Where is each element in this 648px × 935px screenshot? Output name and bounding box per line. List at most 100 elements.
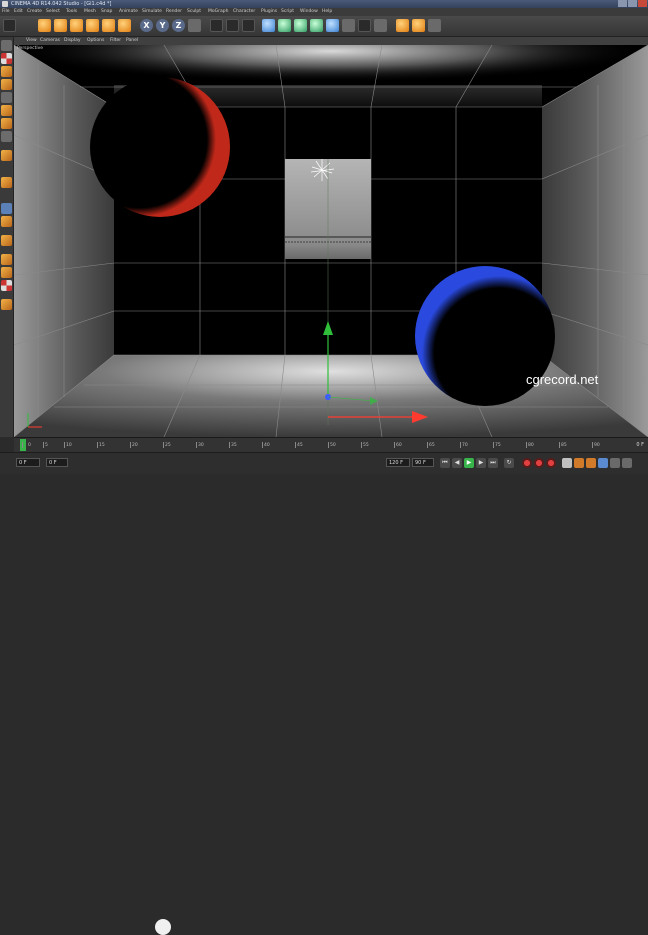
menu-create[interactable]: Create	[27, 8, 42, 16]
timeline-tick-label: 60	[396, 443, 402, 448]
startup-layout-icon[interactable]	[412, 19, 425, 32]
light-icon[interactable]	[374, 19, 387, 32]
menu-edit[interactable]: Edit	[14, 8, 23, 16]
minimize-button[interactable]	[618, 0, 627, 7]
sphere-red[interactable]	[90, 77, 230, 217]
menu-script[interactable]: Script	[281, 8, 294, 16]
environment-icon[interactable]	[326, 19, 339, 32]
object-mode-icon[interactable]	[1, 66, 12, 77]
rotate-icon[interactable]	[86, 19, 99, 32]
timeline-playhead[interactable]	[20, 439, 26, 451]
y-axis-lock-button[interactable]: Y	[156, 19, 169, 32]
menu-render[interactable]: Render	[166, 8, 182, 16]
parameter-key-icon[interactable]	[598, 458, 608, 468]
move-icon[interactable]	[54, 19, 67, 32]
close-button[interactable]	[638, 0, 647, 7]
layout-icon[interactable]	[396, 19, 409, 32]
previous-key-icon[interactable]: ◀	[452, 458, 462, 468]
menu-file[interactable]: File	[2, 8, 10, 16]
menu-plugins[interactable]: Plugins	[261, 8, 277, 16]
tweak-mode-icon[interactable]	[1, 150, 12, 161]
current-frame-field[interactable]: 0 F	[16, 458, 40, 467]
menu-sculpt[interactable]: Sculpt	[187, 8, 201, 16]
menu-tools[interactable]: Tools	[66, 8, 77, 16]
timeline-tick	[262, 442, 263, 448]
timeline-menu-icon[interactable]	[622, 458, 632, 468]
lock-workplane-icon[interactable]	[1, 299, 12, 310]
menu-simulate[interactable]: Simulate	[142, 8, 162, 16]
menu-help[interactable]: Help	[322, 8, 332, 16]
deformer-icon[interactable]	[310, 19, 323, 32]
menu-mograph[interactable]: MoGraph	[208, 8, 228, 16]
model-mode-icon[interactable]	[1, 79, 12, 90]
render-settings-icon[interactable]	[242, 19, 255, 32]
texture-mode-icon[interactable]	[1, 53, 12, 64]
render-view-icon[interactable]	[210, 19, 223, 32]
viewport-menu-filter[interactable]: Filter	[110, 37, 121, 45]
camera-icon[interactable]	[358, 19, 371, 32]
position-key-icon[interactable]	[562, 458, 572, 468]
edges-mode-icon[interactable]	[1, 105, 12, 116]
recent-tools-icon[interactable]	[102, 19, 115, 32]
maximize-button[interactable]	[628, 0, 637, 7]
point-level-animation-icon[interactable]	[610, 458, 620, 468]
menu-animate[interactable]: Animate	[119, 8, 138, 16]
x-axis-lock-button[interactable]: X	[140, 19, 153, 32]
make-editable-icon[interactable]	[1, 40, 12, 51]
scale-key-icon[interactable]	[574, 458, 584, 468]
subdivision-icon[interactable]	[278, 19, 291, 32]
workplane-icon[interactable]	[1, 203, 12, 214]
render-picture-viewer-icon[interactable]	[226, 19, 239, 32]
axis-mode-icon[interactable]	[1, 131, 12, 142]
layout-switch-icon[interactable]	[428, 19, 441, 32]
start-frame-field[interactable]: 0 F	[46, 458, 68, 467]
menu-select[interactable]: Select	[46, 8, 60, 16]
timeline-ruler[interactable]: 0 5 10 15 20 25 30 35 40 45 50 55 60 65 …	[14, 437, 648, 453]
menu-mesh[interactable]: Mesh	[84, 8, 96, 16]
undo-icon[interactable]	[3, 19, 16, 32]
points-mode-icon[interactable]	[1, 92, 12, 103]
viewport-menu-options[interactable]: Options	[87, 37, 104, 45]
max-frame-field[interactable]: 90 F	[412, 458, 434, 467]
array-icon[interactable]	[294, 19, 307, 32]
timeline-tick	[526, 442, 527, 448]
viewport-menu-view[interactable]: View	[26, 37, 37, 45]
viewport-menu-display[interactable]: Display	[64, 37, 81, 45]
record-active-objects-icon[interactable]	[522, 458, 532, 468]
solo-icon[interactable]	[1, 254, 12, 265]
viewport-menu-cameras[interactable]: Cameras	[40, 37, 60, 45]
loop-icon[interactable]: ↻	[504, 458, 514, 468]
rotation-key-icon[interactable]	[586, 458, 596, 468]
z-axis-lock-button[interactable]: Z	[172, 19, 185, 32]
play-forward-icon[interactable]: ▶	[464, 458, 474, 468]
live-select-icon[interactable]	[38, 19, 51, 32]
timeline-tick	[361, 442, 362, 448]
soft-selection-icon[interactable]	[1, 267, 12, 278]
snapping-icon[interactable]	[1, 216, 12, 227]
timeline-tick-label: 80	[528, 443, 534, 448]
cube-icon[interactable]	[262, 19, 275, 32]
scale-icon[interactable]	[70, 19, 83, 32]
menu-character[interactable]: Character	[233, 8, 255, 16]
menu-snap[interactable]: Snap	[101, 8, 112, 16]
keyframe-selection-icon[interactable]	[546, 458, 556, 468]
mouse-cursor-highlight	[155, 919, 171, 935]
window-title: CINEMA 4D R14.042 Studio - [Gi1.c4d *]	[11, 1, 112, 7]
world-coordinates-icon[interactable]	[188, 19, 201, 32]
coordinate-icon[interactable]	[118, 19, 131, 32]
timeline-tick-label: 20	[132, 443, 138, 448]
end-frame-field[interactable]: 120 F	[386, 458, 410, 467]
floor-icon[interactable]	[342, 19, 355, 32]
menu-window[interactable]: Window	[300, 8, 318, 16]
checker-icon[interactable]	[1, 280, 12, 291]
next-key-icon[interactable]: ▶	[476, 458, 486, 468]
timeline-tick	[592, 442, 593, 448]
quantize-icon[interactable]	[1, 235, 12, 246]
magnet-icon[interactable]	[1, 177, 12, 188]
autokeying-icon[interactable]	[534, 458, 544, 468]
timeline-tick	[493, 442, 494, 448]
go-to-start-icon[interactable]: ⏮	[440, 458, 450, 468]
viewport-menu-panel[interactable]: Panel	[126, 37, 138, 45]
go-to-end-icon[interactable]: ⏭	[488, 458, 498, 468]
polygons-mode-icon[interactable]	[1, 118, 12, 129]
